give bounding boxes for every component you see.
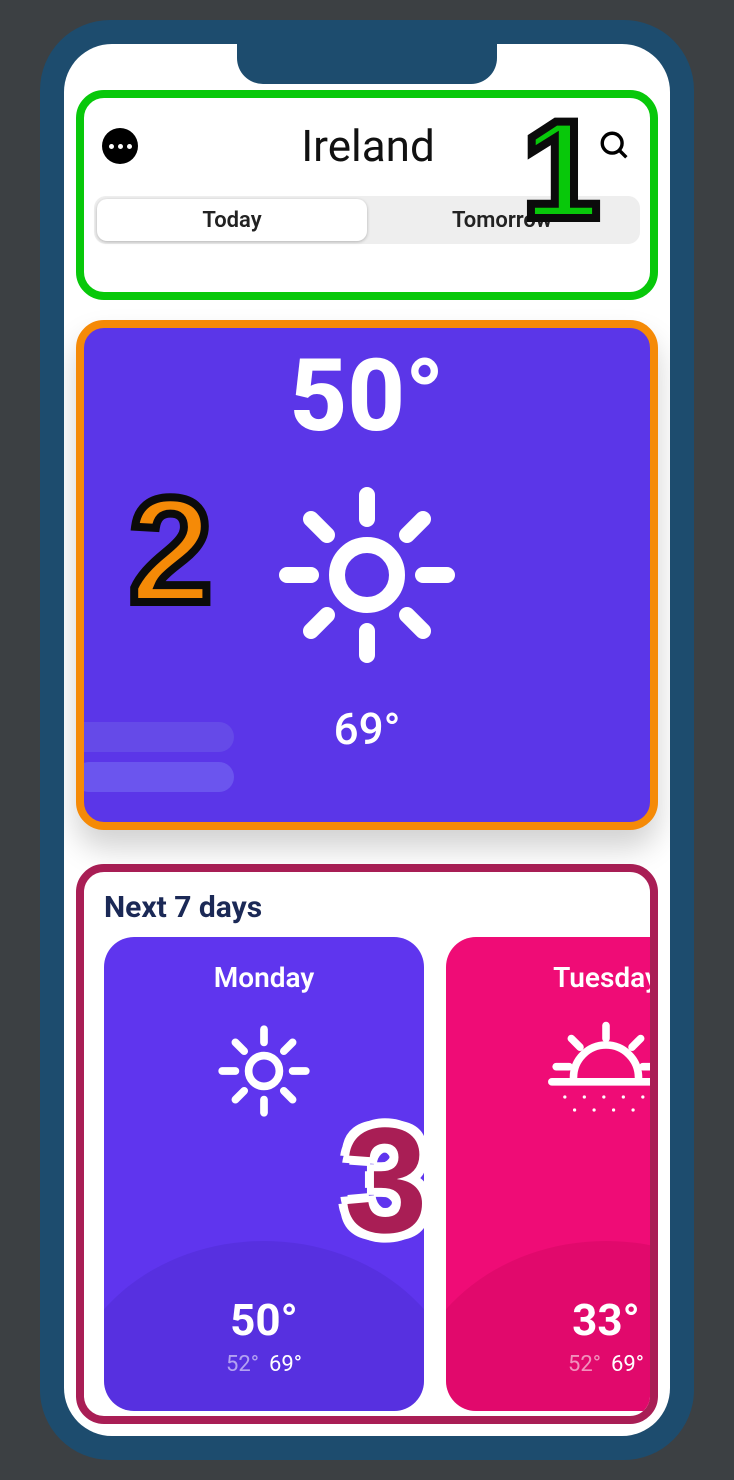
annotation-2: 2 [129, 464, 212, 637]
current-temp: 50° [84, 338, 650, 455]
forecast-title: Next 7 days [84, 872, 650, 937]
phone-frame: Ireland Today Tomorrow 50° [40, 20, 694, 1460]
forecast-day-label: Monday [104, 961, 424, 994]
forecast-hilo: 52°69° [104, 1352, 424, 1377]
forecast-day-label: Tuesday [446, 961, 658, 994]
location-title: Ireland [301, 120, 435, 172]
sunset-haze-icon [541, 1016, 658, 1126]
sun-icon [267, 475, 467, 675]
annotation-3: 3 [344, 1094, 427, 1267]
search-icon[interactable] [598, 129, 632, 163]
more-menu-button[interactable] [102, 128, 138, 164]
notch [237, 44, 497, 84]
screen: Ireland Today Tomorrow 50° [64, 44, 670, 1436]
annotation-1: 1 [522, 89, 600, 251]
forecast-temp: 33° [446, 1294, 658, 1346]
tab-today[interactable]: Today [97, 199, 367, 241]
forecast-temp: 50° [104, 1294, 424, 1346]
forecast-hilo: 52°69° [446, 1352, 658, 1377]
sun-icon [209, 1016, 319, 1126]
forecast-card[interactable]: Tuesday [446, 937, 658, 1411]
